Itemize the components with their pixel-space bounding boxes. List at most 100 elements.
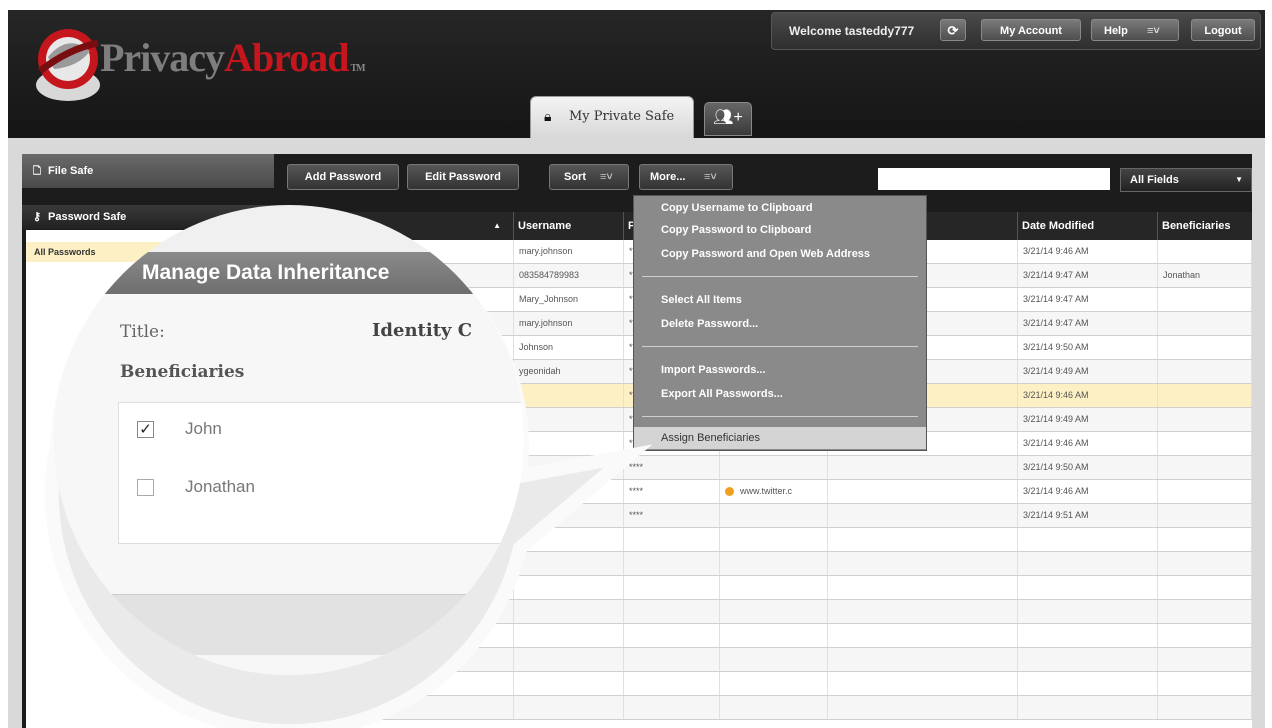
- column-header-date-modified[interactable]: Date Modified: [1018, 212, 1158, 240]
- table-cell: [288, 696, 514, 719]
- table-cell-username: [514, 456, 624, 479]
- table-cell-password: ****: [624, 480, 720, 503]
- table-cell-password: [624, 528, 720, 551]
- my-account-button[interactable]: My Account: [981, 19, 1081, 41]
- web-icon: [725, 487, 734, 497]
- table-cell-password: [624, 672, 720, 695]
- beneficiary-row[interactable]: Jonathan: [119, 475, 524, 507]
- menu-item-select-all[interactable]: Select All Items: [634, 289, 926, 311]
- table-cell-username: [514, 696, 624, 719]
- table-cell-username: Mary_Johnson: [514, 288, 624, 311]
- user-bar: Welcome tasteddy777 ⟳ My Account Help ≡˅…: [771, 12, 1261, 50]
- table-cell-beneficiaries: [1158, 456, 1252, 479]
- menu-item-delete-password[interactable]: Delete Password...: [634, 313, 926, 335]
- table-cell-date: 3/21/14 9:46 AM: [1018, 384, 1158, 407]
- table-cell-beneficiaries: [1158, 480, 1252, 503]
- sort-button[interactable]: Sort ≡˅: [549, 164, 629, 190]
- dialog-footer: [54, 594, 524, 655]
- table-cell-notes: [828, 600, 1018, 623]
- welcome-text: Welcome tasteddy777: [789, 24, 915, 38]
- web-address: www.twitter.c: [740, 486, 793, 496]
- app-header: PrivacyAbroad TM Welcome tasteddy777 ⟳ My…: [8, 10, 1265, 138]
- table-cell-username: [514, 480, 624, 503]
- table-cell-notes: [828, 624, 1018, 647]
- table-cell-username: Johnson: [514, 336, 624, 359]
- table-cell-username: [514, 576, 624, 599]
- table-cell-site: www.twitter.c: [720, 480, 828, 503]
- table-cell-username: mary.johnson: [514, 240, 624, 263]
- table-cell-notes: [828, 552, 1018, 575]
- table-cell-username: [514, 648, 624, 671]
- lock-icon: 🔒︎: [544, 109, 552, 125]
- table-cell-site: [720, 696, 828, 719]
- sort-dropdown-icon: ≡˅: [600, 171, 613, 183]
- table-cell-username: h@ma: [514, 504, 624, 527]
- key-icon: ⚷: [33, 211, 42, 223]
- table-cell-beneficiaries: [1158, 336, 1252, 359]
- table-cell-date: 3/21/14 9:46 AM: [1018, 240, 1158, 263]
- search-input[interactable]: [878, 168, 1110, 190]
- sidebar-item-file-safe[interactable]: 🗋 File Safe: [22, 154, 274, 188]
- more-button[interactable]: More... ≡˅: [639, 164, 733, 190]
- table-cell-password: [624, 696, 720, 719]
- menu-item-import-passwords[interactable]: Import Passwords...: [634, 359, 926, 381]
- menu-item-export-passwords[interactable]: Export All Passwords...: [634, 383, 926, 405]
- table-cell-username: [514, 624, 624, 647]
- table-cell-beneficiaries: [1158, 384, 1252, 407]
- beneficiary-name: John: [185, 419, 222, 438]
- table-row: [288, 696, 1252, 720]
- table-cell-notes: [828, 648, 1018, 671]
- table-cell-beneficiaries: [1158, 312, 1252, 335]
- menu-item-assign-beneficiaries[interactable]: Assign Beneficiaries: [634, 427, 926, 449]
- edit-password-button[interactable]: Edit Password: [407, 164, 519, 190]
- table-cell-username: 083584789983: [514, 264, 624, 287]
- menu-divider: [642, 276, 918, 277]
- tab-add-user[interactable]: 👥︎+: [704, 102, 752, 136]
- table-cell-site: [720, 576, 828, 599]
- add-password-button[interactable]: Add Password: [287, 164, 399, 190]
- table-cell-beneficiaries: [1158, 288, 1252, 311]
- menu-divider: [642, 346, 918, 347]
- refresh-button[interactable]: ⟳: [940, 19, 966, 41]
- column-header-username[interactable]: Username: [514, 212, 624, 240]
- beneficiary-checkbox[interactable]: [137, 479, 154, 496]
- table-cell-username: [514, 384, 624, 407]
- beneficiary-checkbox[interactable]: ✓: [137, 421, 154, 438]
- table-cell-username: [514, 408, 624, 431]
- table-cell-username: [514, 672, 624, 695]
- table-cell: [288, 672, 514, 695]
- sort-label: Sort: [564, 171, 586, 183]
- table-cell-site: [720, 600, 828, 623]
- chevron-down-icon: ▼: [1235, 175, 1243, 184]
- help-button[interactable]: Help ≡˅: [1091, 19, 1179, 41]
- table-cell-site: [720, 528, 828, 551]
- table-row: [288, 672, 1252, 696]
- menu-item-copy-password-open-web[interactable]: Copy Password and Open Web Address: [634, 243, 926, 265]
- table-cell-date: 3/21/14 9:50 AM: [1018, 336, 1158, 359]
- beneficiary-row[interactable]: ✓ John: [119, 417, 524, 449]
- table-cell-notes: [828, 480, 1018, 503]
- menu-item-copy-username[interactable]: Copy Username to Clipboard: [634, 197, 926, 219]
- table-cell-password: [624, 600, 720, 623]
- table-cell-date: 3/21/14 9:47 AM: [1018, 312, 1158, 335]
- table-cell-beneficiaries: [1158, 552, 1252, 575]
- table-cell-site: [720, 624, 828, 647]
- menu-item-copy-password[interactable]: Copy Password to Clipboard: [634, 219, 926, 241]
- field-filter-select[interactable]: All Fields ▼: [1120, 168, 1252, 192]
- table-cell-notes: [828, 456, 1018, 479]
- file-icon: 🗋: [33, 166, 42, 177]
- beneficiary-name: Jonathan: [185, 477, 255, 496]
- table-cell-username: [514, 552, 624, 575]
- table-cell-beneficiaries: [1158, 600, 1252, 623]
- column-header-beneficiaries[interactable]: Beneficiaries: [1158, 212, 1252, 240]
- magnifier-content: Manage Data Inheritance Title: Identity …: [54, 205, 524, 675]
- dialog-title: Manage Data Inheritance: [142, 261, 390, 284]
- help-dropdown-icon: ≡˅: [1147, 25, 1160, 37]
- table-cell-date: 3/21/14 9:47 AM: [1018, 264, 1158, 287]
- logout-button[interactable]: Logout: [1191, 19, 1255, 41]
- tab-my-private-safe[interactable]: 🔒︎ My Private Safe: [530, 96, 694, 138]
- sort-ascending-icon: ▲: [493, 221, 501, 230]
- table-cell-password: [624, 552, 720, 575]
- table-cell-site: [720, 504, 828, 527]
- table-cell-site: [720, 648, 828, 671]
